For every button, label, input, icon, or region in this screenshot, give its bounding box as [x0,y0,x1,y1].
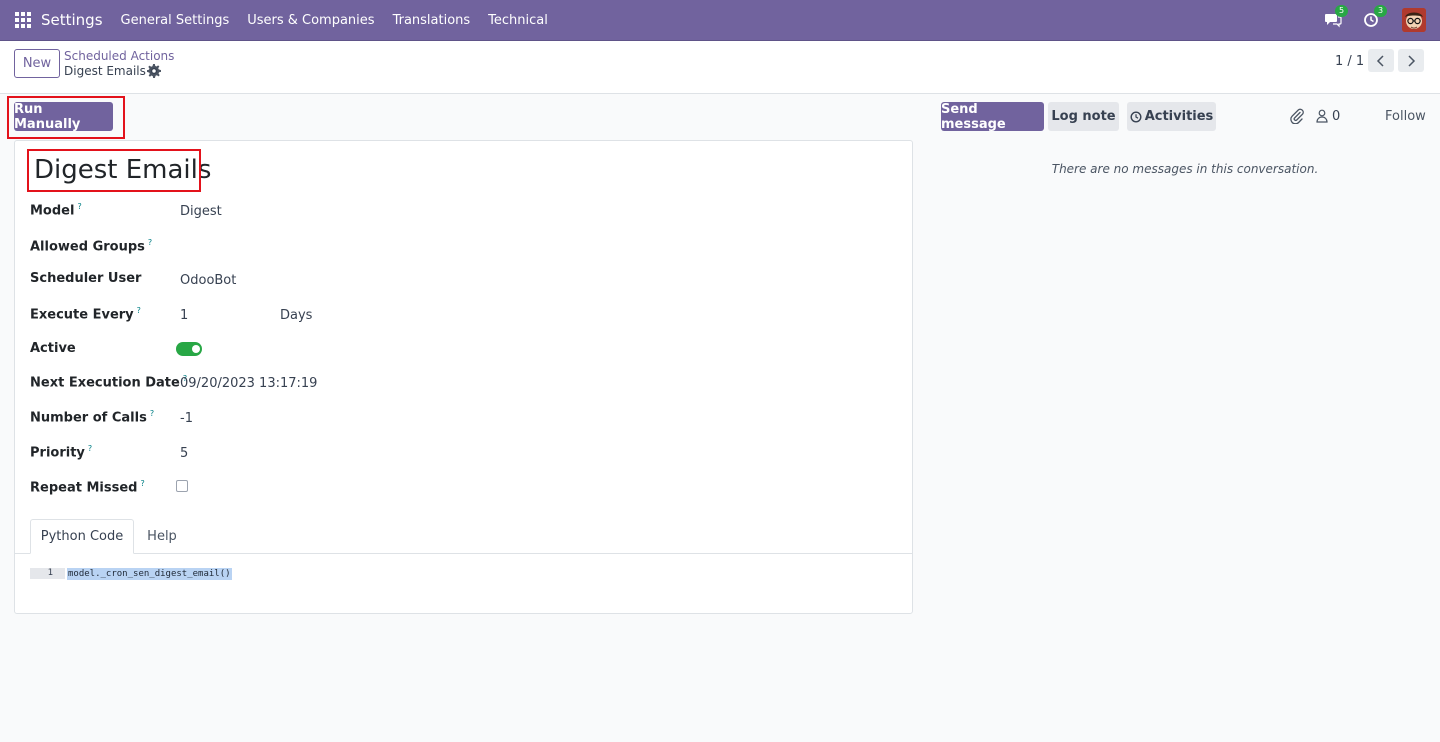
user-avatar-icon [1402,8,1426,32]
log-note-button[interactable]: Log note [1048,102,1119,131]
apps-grid-icon[interactable] [15,12,31,28]
menu-technical[interactable]: Technical [488,13,548,28]
followers-count[interactable]: 0 [1332,109,1340,124]
field-label-priority: Priority? [30,444,93,461]
user-avatar[interactable] [1402,8,1426,32]
gear-icon[interactable] [147,64,161,78]
send-message-button[interactable]: Send message [941,102,1044,132]
control-panel: New Scheduled Actions Digest Emails 1 / … [0,41,1440,94]
field-value-scheduler-user[interactable]: OdooBot [180,273,236,288]
clock-icon [1130,110,1142,123]
field-label-execute-every: Execute Every? [30,306,141,323]
menu-translations[interactable]: Translations [393,13,471,28]
field-label-number-of-calls: Number of Calls? [30,409,155,426]
pager-next-button[interactable] [1398,49,1424,72]
field-value-execute-every[interactable]: 1 [180,308,188,323]
breadcrumb-current-record: Digest Emails [64,64,146,78]
help-tooltip-icon[interactable]: ? [88,444,92,453]
pager-value[interactable]: 1 / 1 [1335,54,1364,69]
empty-conversation-text: There are no messages in this conversati… [1051,162,1319,176]
field-value-model[interactable]: Digest [180,204,222,219]
help-tooltip-icon[interactable]: ? [150,409,154,418]
highlight-box-title [27,149,201,192]
field-value-number-of-calls[interactable]: -1 [180,411,193,426]
field-value-allowed-groups[interactable] [180,238,480,254]
field-value-next-execution-date[interactable]: 09/20/2023 13:17:19 [180,376,317,391]
top-navbar: Settings General Settings Users & Compan… [0,0,1440,41]
user-icon[interactable] [1316,109,1328,123]
activities-button[interactable]: 3 [1363,5,1388,28]
help-tooltip-icon[interactable]: ? [140,479,144,488]
chevron-right-icon [1408,54,1416,67]
field-label-model: Model? [30,202,82,219]
paperclip-icon[interactable] [1289,108,1305,124]
chevron-left-icon [1376,54,1384,67]
field-label-repeat-missed: Repeat Missed? [30,479,145,496]
help-tooltip-icon[interactable]: ? [77,202,81,211]
menu-users-companies[interactable]: Users & Companies [247,13,374,28]
pager-previous-button[interactable] [1368,49,1394,72]
tab-python-code[interactable]: Python Code [30,519,134,554]
activities-label: Activities [1144,109,1214,124]
follow-button[interactable]: Follow [1385,109,1426,124]
code-editor-line[interactable]: model._cron_sen_digest_email() [67,568,232,580]
field-label-next-execution-date: Next Execution Date? [30,374,188,391]
new-button[interactable]: New [14,49,60,78]
app-name[interactable]: Settings [41,11,103,29]
messages-count-badge: 5 [1335,5,1349,17]
tab-help[interactable]: Help [134,519,190,554]
messaging-button[interactable]: 5 [1324,5,1349,28]
field-value-interval-unit[interactable]: Days [280,308,312,323]
activities-button[interactable]: Activities [1127,102,1216,131]
activities-count-badge: 3 [1374,5,1388,17]
field-label-scheduler-user: Scheduler User [30,271,142,286]
highlight-box-run-manually [7,96,125,139]
code-line-number: 1 [30,568,65,579]
help-tooltip-icon[interactable]: ? [148,238,152,247]
help-tooltip-icon[interactable]: ? [137,306,141,315]
field-label-active: Active [30,341,76,356]
menu-general-settings[interactable]: General Settings [121,13,230,28]
field-value-priority[interactable]: 5 [180,446,188,461]
field-label-allowed-groups: Allowed Groups? [30,238,153,255]
active-toggle[interactable] [176,342,202,356]
breadcrumb-scheduled-actions[interactable]: Scheduled Actions [64,49,174,63]
repeat-missed-checkbox[interactable] [176,480,188,492]
